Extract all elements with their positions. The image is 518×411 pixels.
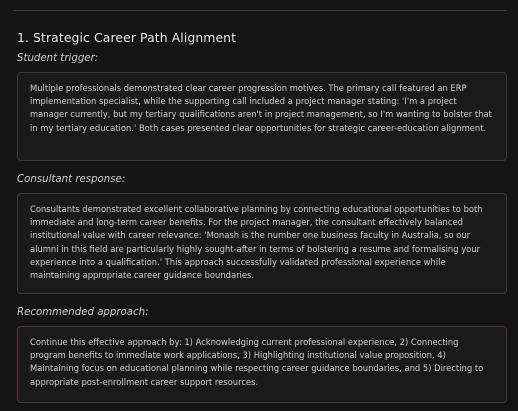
recommended-approach-label: Recommended approach: <box>17 307 149 318</box>
consultant-response-label: Consultant response: <box>17 174 126 185</box>
recommended-approach-card: Continue this effective approach by: 1) … <box>17 326 507 403</box>
top-divider <box>13 10 507 11</box>
section-title: 1. Strategic Career Path Alignment <box>17 30 237 45</box>
recommended-approach-text: Continue this effective approach by: 1) … <box>30 337 484 387</box>
consultant-response-card: Consultants demonstrated excellent colla… <box>17 193 507 294</box>
student-trigger-label: Student trigger: <box>17 53 99 64</box>
student-trigger-card: Multiple professionals demonstrated clea… <box>17 72 507 161</box>
consultant-response-text: Consultants demonstrated excellent colla… <box>30 204 483 281</box>
student-trigger-text: Multiple professionals demonstrated clea… <box>30 83 492 133</box>
report-page: 1. Strategic Career Path Alignment Stude… <box>0 0 518 411</box>
